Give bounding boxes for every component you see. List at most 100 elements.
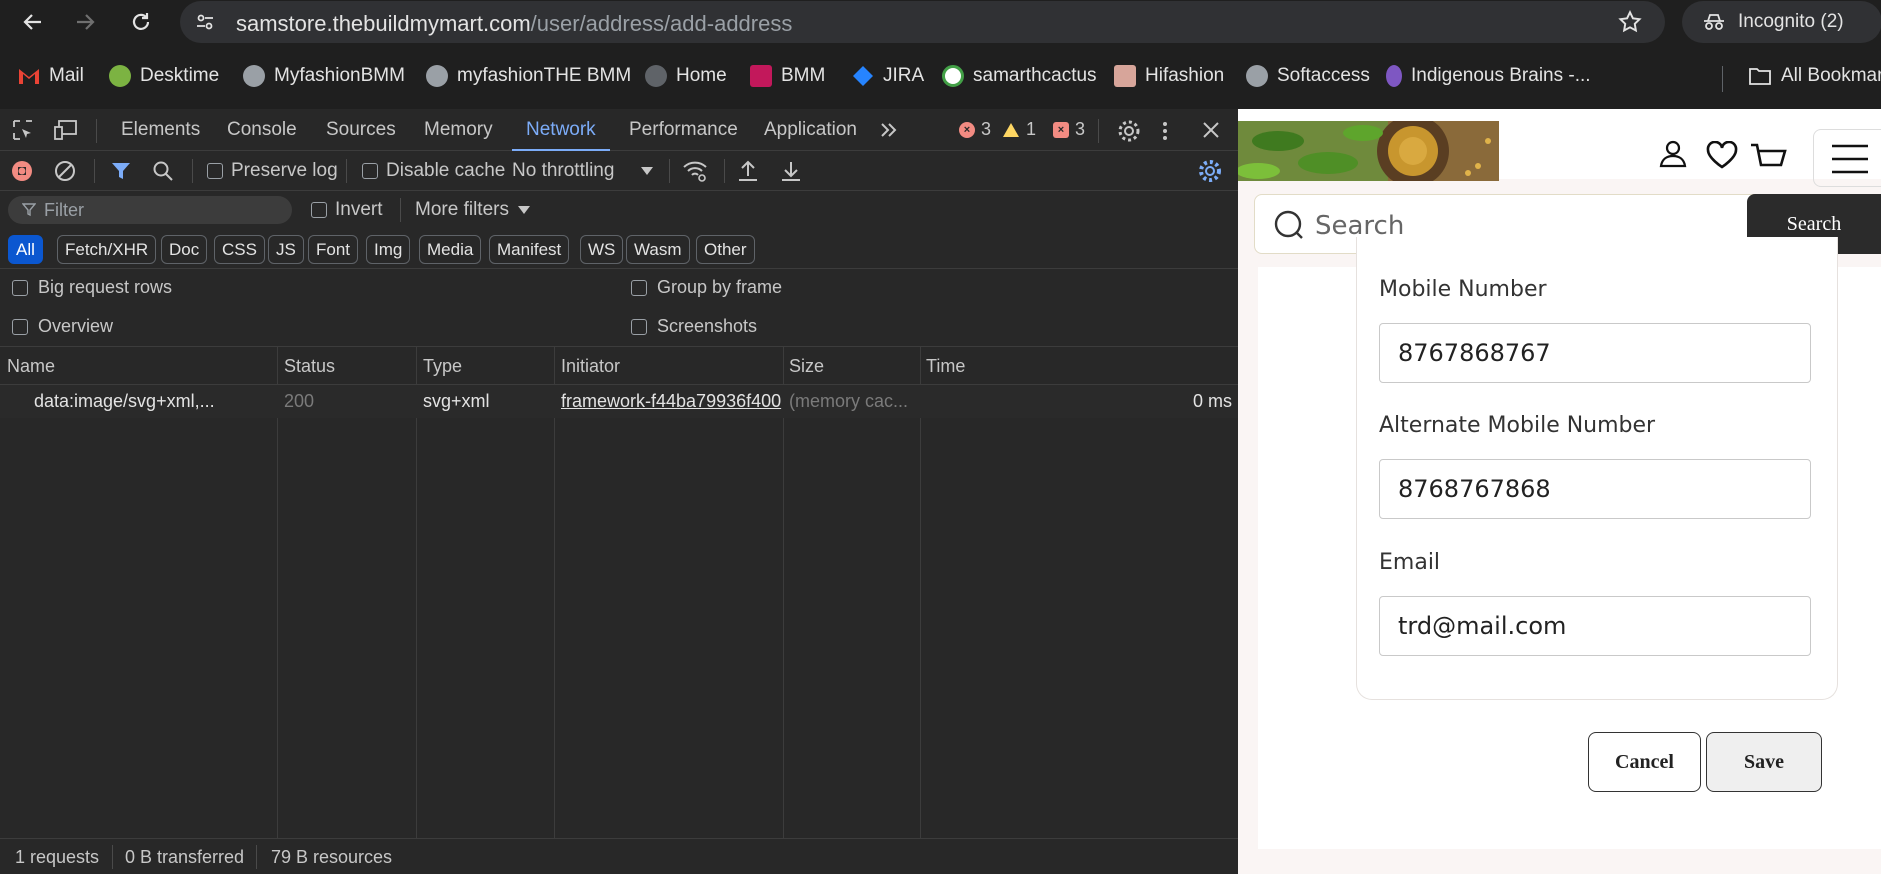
throttling-select[interactable]: No throttling — [512, 151, 654, 191]
tab-memory[interactable]: Memory — [424, 109, 493, 151]
bookmark-bmm[interactable]: BMM — [750, 54, 825, 98]
divider — [94, 159, 95, 183]
type-filter-font[interactable]: Font — [308, 235, 359, 264]
column-name[interactable]: Name — [7, 347, 55, 385]
type-filter-all[interactable]: All — [8, 235, 43, 264]
bookmark-label: Desktime — [140, 65, 220, 86]
bookmark-softaccess[interactable]: Softaccess — [1246, 54, 1370, 98]
all-bookmarks[interactable]: All Bookmarks — [1748, 54, 1881, 98]
warnings-badge[interactable]: 1 — [1002, 119, 1036, 140]
bookmark-home[interactable]: Home — [645, 54, 727, 98]
bookmark-indigenous-brains[interactable]: Indigenous Brains -... — [1386, 54, 1591, 98]
site-info-icon[interactable] — [194, 11, 216, 33]
column-initiator[interactable]: Initiator — [561, 347, 620, 385]
type-filter-wasm[interactable]: Wasm — [626, 235, 690, 264]
import-har-upload-icon[interactable] — [737, 159, 759, 188]
checkbox-box — [12, 318, 28, 335]
more-tabs-chevron-icon[interactable] — [878, 119, 900, 146]
request-time: 0 ms — [1192, 391, 1232, 411]
tab-sources[interactable]: Sources — [326, 109, 396, 151]
filter-input[interactable]: Filter — [8, 196, 292, 224]
mobile-number-field[interactable]: 8767868767 — [1379, 323, 1811, 383]
bookmark-jira[interactable]: JIRA — [852, 54, 924, 98]
bookmark-samarthcactus[interactable]: samarthcactus — [942, 54, 1097, 98]
bookmark-mail[interactable]: Mail — [18, 54, 84, 98]
column-size[interactable]: Size — [789, 347, 824, 385]
filter-bar: Filter Invert More filters — [0, 191, 1238, 229]
type-filter-js[interactable]: JS — [268, 235, 304, 264]
reload-button[interactable] — [126, 7, 156, 37]
bookmarks-bar: Mail Desktime MyfashionBMM myfashionTHE … — [0, 54, 1881, 98]
tab-performance[interactable]: Performance — [629, 109, 738, 151]
tab-network[interactable]: Network — [512, 109, 610, 151]
back-button[interactable] — [18, 7, 48, 37]
save-button[interactable]: Save — [1706, 732, 1822, 792]
disable-cache-checkbox[interactable]: Disable cache — [362, 151, 505, 191]
request-status: 200 — [284, 391, 315, 411]
type-filter-css[interactable]: CSS — [214, 235, 265, 264]
gmail-icon — [19, 69, 39, 84]
network-conditions-wifi-icon[interactable] — [682, 159, 708, 188]
clear-log-icon[interactable] — [54, 160, 76, 187]
more-filters-dropdown[interactable]: More filters — [415, 191, 531, 229]
cancel-button[interactable]: Cancel — [1588, 732, 1701, 792]
bookmark-star-icon[interactable] — [1617, 9, 1643, 40]
issues-badge[interactable]: × 3 — [1053, 119, 1085, 140]
settings-gear-icon[interactable] — [1117, 119, 1141, 148]
network-settings-gear-icon[interactable] — [1198, 159, 1222, 188]
bookmark-myfashionbmm[interactable]: MyfashionBMM — [243, 54, 405, 98]
type-filter-fetch-xhr[interactable]: Fetch/XHR — [57, 235, 157, 264]
type-filter-manifest[interactable]: Manifest — [489, 235, 570, 264]
forward-button[interactable] — [70, 7, 100, 37]
cart-icon[interactable] — [1750, 143, 1788, 174]
user-account-icon[interactable] — [1658, 139, 1688, 174]
address-bar[interactable]: samstore.thebuildmymart.com/user/address… — [180, 1, 1665, 43]
export-har-download-icon[interactable] — [780, 159, 802, 188]
request-name: data:image/svg+xml,... — [34, 391, 215, 411]
bookmark-label: Home — [676, 65, 727, 86]
more-options-icon[interactable] — [1160, 119, 1170, 148]
type-filter-other[interactable]: Other — [696, 235, 755, 264]
big-request-rows-checkbox[interactable]: Big request rows — [12, 277, 172, 298]
bookmark-myfashion-the-bmm[interactable]: myfashionTHE BMM — [426, 54, 631, 98]
bookmark-desktime[interactable]: Desktime — [109, 54, 219, 98]
column-time[interactable]: Time — [926, 347, 965, 385]
bookmark-label: Mail — [49, 65, 84, 86]
site-logo[interactable] — [1238, 121, 1499, 181]
column-type[interactable]: Type — [423, 347, 462, 385]
email-field[interactable]: trd@mail.com — [1379, 596, 1811, 656]
search-icon[interactable] — [152, 160, 174, 187]
bookmark-hifashion[interactable]: Hifashion — [1114, 54, 1224, 98]
incognito-indicator[interactable]: Incognito (2) — [1682, 1, 1881, 43]
bookmark-label: Softaccess — [1277, 65, 1370, 86]
hamburger-menu-button[interactable] — [1813, 129, 1881, 187]
table-row[interactable]: data:image/svg+xml,... 200 svg+xml frame… — [0, 385, 1238, 418]
close-devtools-icon[interactable] — [1200, 119, 1222, 146]
preserve-log-checkbox[interactable]: Preserve log — [207, 151, 338, 191]
column-status[interactable]: Status — [284, 347, 335, 385]
type-filter-media[interactable]: Media — [419, 235, 482, 264]
tab-console[interactable]: Console — [227, 109, 297, 151]
stop-recording-icon[interactable] — [11, 160, 33, 187]
type-filter-doc[interactable]: Doc — [161, 235, 208, 264]
wishlist-heart-icon[interactable] — [1706, 140, 1738, 174]
bookmark-label: samarthcactus — [973, 65, 1097, 86]
divider — [346, 159, 347, 183]
type-filter-ws[interactable]: WS — [580, 235, 624, 264]
device-toolbar-icon[interactable] — [54, 119, 78, 146]
tab-application[interactable]: Application — [764, 109, 857, 151]
type-filter-img[interactable]: Img — [366, 235, 411, 264]
request-size: (memory cac... — [789, 391, 909, 411]
alternate-mobile-field[interactable]: 8768767868 — [1379, 459, 1811, 519]
alternate-mobile-label: Alternate Mobile Number — [1379, 413, 1656, 438]
invert-checkbox[interactable]: Invert — [311, 191, 383, 229]
inspect-element-icon[interactable] — [12, 119, 34, 146]
group-by-frame-checkbox[interactable]: Group by frame — [631, 277, 782, 298]
filter-funnel-icon[interactable] — [110, 160, 132, 187]
tab-elements[interactable]: Elements — [121, 109, 200, 151]
errors-badge[interactable]: × 3 — [959, 119, 991, 140]
request-initiator-link[interactable]: framework-f44ba79936f400 — [561, 385, 783, 418]
screenshots-checkbox[interactable]: Screenshots — [631, 316, 757, 337]
overview-checkbox[interactable]: Overview — [12, 316, 113, 337]
cactus-icon — [942, 65, 964, 87]
